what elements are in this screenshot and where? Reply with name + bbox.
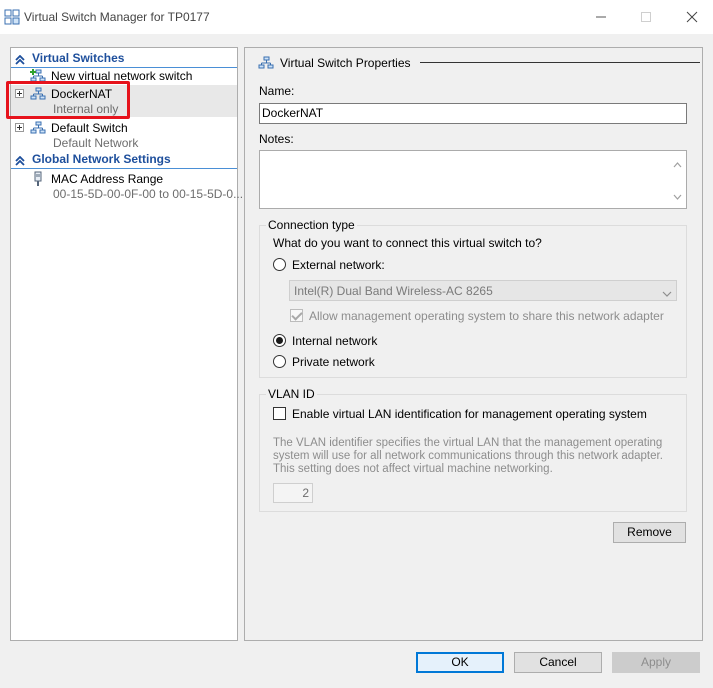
chevron-down-icon	[662, 286, 672, 300]
vlan-id-group: VLAN ID Enable virtual LAN identificatio…	[259, 387, 687, 512]
section-global-network-settings[interactable]: Global Network Settings	[11, 152, 237, 169]
external-network-label[interactable]: External network:	[292, 258, 385, 272]
scroll-down-icon[interactable]	[673, 189, 682, 203]
name-input[interactable]: DockerNAT	[259, 103, 687, 124]
vlan-description: The VLAN identifier specifies the virtua…	[273, 437, 663, 475]
switch-tree: Virtual Switches New virtual network swi…	[10, 47, 243, 641]
connection-type-group: Connection type What do you want to conn…	[259, 218, 687, 378]
enable-vlan-checkbox[interactable]	[273, 407, 286, 420]
properties-header: Virtual Switch Properties	[258, 55, 700, 74]
virtual-switch-icon	[258, 55, 274, 74]
allow-management-label: Allow management operating system to sha…	[309, 309, 664, 323]
network-switch-icon	[4, 9, 20, 25]
switch-type: Default Network	[53, 136, 139, 150]
allow-management-checkbox[interactable]	[290, 309, 303, 322]
window-title: Virtual Switch Manager for TP0177	[24, 10, 210, 24]
network-adapter-icon	[30, 171, 46, 187]
section-label: Global Network Settings	[32, 152, 171, 166]
tree-item-mac-range[interactable]: MAC Address Range 00-15-5D-00-0F-00 to 0…	[11, 170, 243, 202]
external-network-radio[interactable]	[273, 258, 286, 271]
highlight-annotation	[6, 81, 130, 119]
virtual-switch-icon	[30, 120, 46, 136]
internal-network-label[interactable]: Internal network	[292, 334, 377, 348]
private-network-radio[interactable]	[273, 355, 286, 368]
title-bar: Virtual Switch Manager for TP0177	[0, 0, 713, 34]
maximize-button[interactable]	[635, 6, 657, 28]
vlan-id-title: VLAN ID	[266, 387, 317, 401]
minimize-button[interactable]	[590, 6, 612, 28]
notes-label: Notes:	[259, 132, 294, 146]
mac-range-label: MAC Address Range	[51, 172, 164, 186]
mac-range-value: 00-15-5D-00-0F-00 to 00-15-5D-0...	[53, 187, 244, 201]
expand-icon[interactable]	[15, 123, 24, 132]
section-virtual-switches[interactable]: Virtual Switches	[11, 51, 237, 68]
apply-button[interactable]: Apply	[612, 652, 700, 673]
scroll-up-icon[interactable]	[673, 157, 682, 171]
network-adapter-dropdown[interactable]: Intel(R) Dual Band Wireless-AC 8265	[289, 280, 677, 301]
header-divider	[420, 62, 700, 63]
switch-name: Default Switch	[51, 121, 128, 135]
internal-network-radio[interactable]	[273, 334, 286, 347]
adapter-selected-value: Intel(R) Dual Band Wireless-AC 8265	[294, 284, 493, 298]
properties-title: Virtual Switch Properties	[280, 56, 411, 70]
enable-vlan-label[interactable]: Enable virtual LAN identification for ma…	[292, 407, 647, 421]
notes-scrollbar[interactable]	[669, 151, 686, 208]
connection-question: What do you want to connect this virtual…	[273, 236, 542, 250]
connection-type-title: Connection type	[266, 218, 357, 232]
tree-item-default-switch[interactable]: Default Switch Default Network	[11, 119, 237, 151]
close-button[interactable]	[681, 6, 703, 28]
ok-button[interactable]: OK	[416, 652, 504, 673]
switch-properties-panel: Virtual Switch Properties Name: DockerNA…	[244, 47, 703, 641]
remove-button[interactable]: Remove	[613, 522, 686, 543]
name-label: Name:	[259, 84, 295, 98]
notes-textarea[interactable]	[259, 150, 687, 209]
section-label: Virtual Switches	[32, 51, 125, 65]
cancel-button[interactable]: Cancel	[514, 652, 602, 673]
private-network-label[interactable]: Private network	[292, 355, 375, 369]
collapse-chevron-icon[interactable]	[15, 155, 25, 170]
vlan-id-input[interactable]: 2	[273, 483, 313, 503]
